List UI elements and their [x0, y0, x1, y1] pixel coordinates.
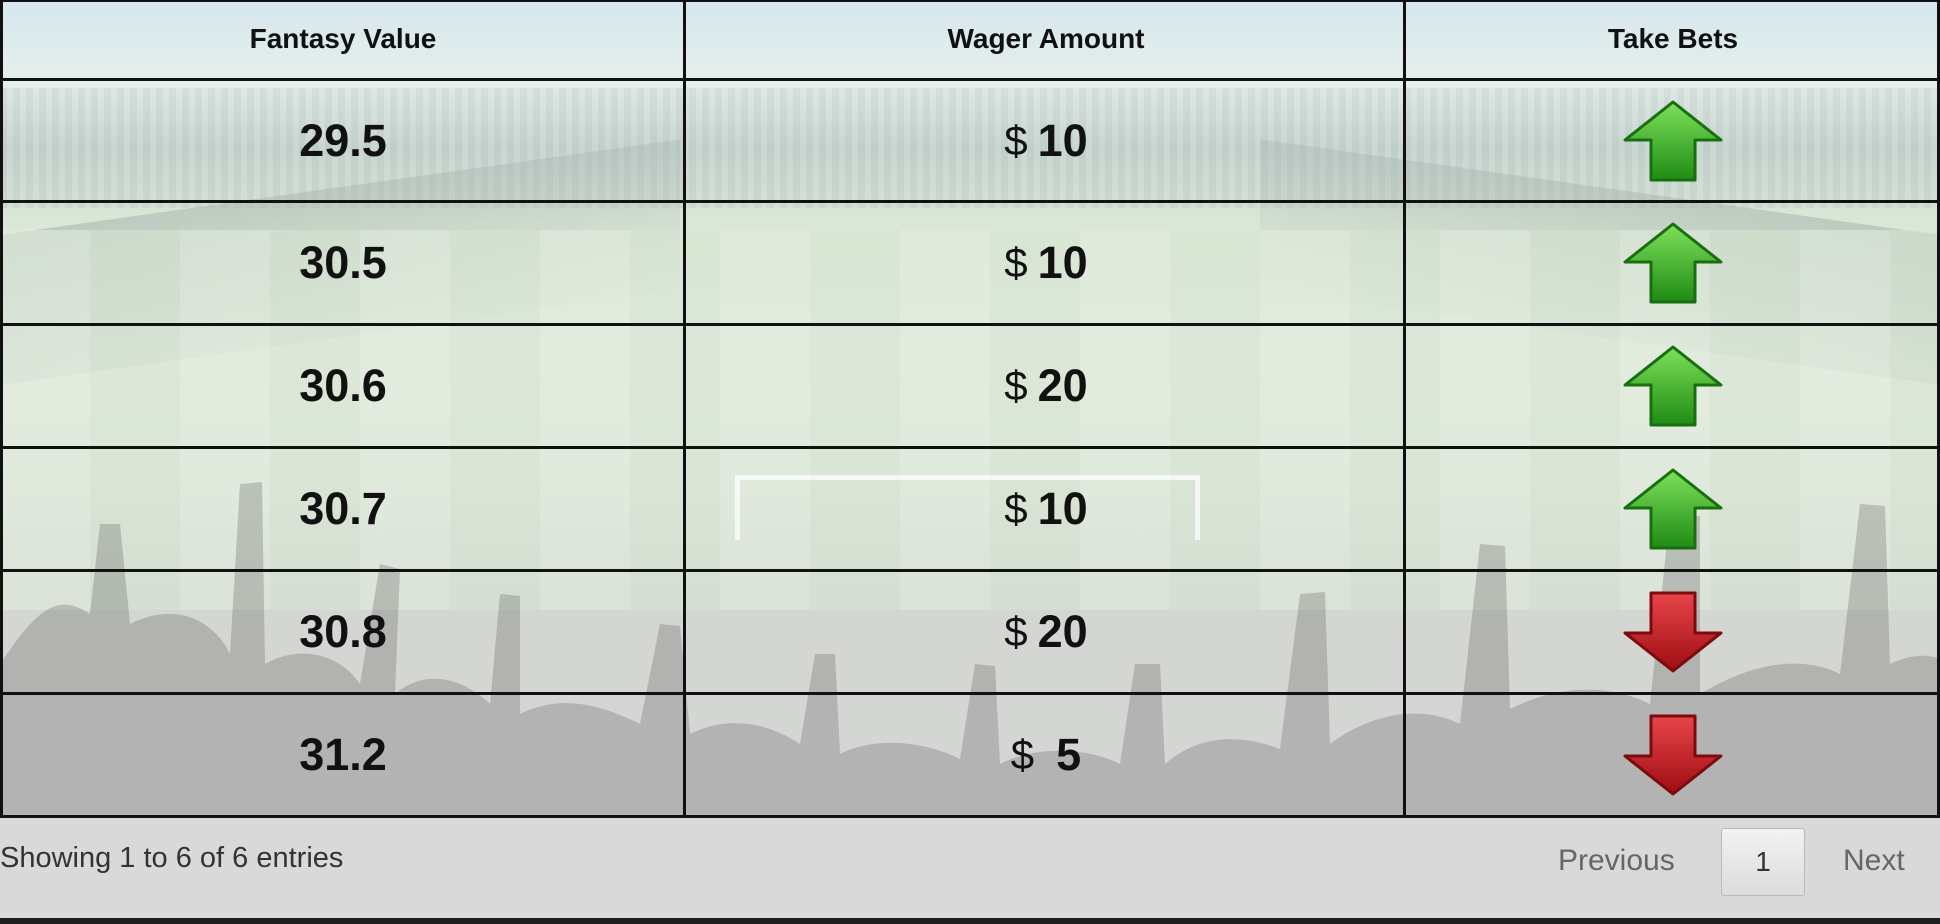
wager-amount-cell: $20: [686, 572, 1406, 692]
take-bet-cell: [1406, 203, 1940, 323]
down-arrow-icon[interactable]: [1623, 591, 1723, 673]
wager-amount-cell: $20: [686, 326, 1406, 446]
fantasy-value-cell: 30.7: [299, 483, 387, 534]
take-bet-cell: [1406, 326, 1940, 446]
column-header-fantasy-value[interactable]: Fantasy Value: [0, 0, 686, 78]
fantasy-value-cell: 31.2: [299, 729, 387, 780]
wager-amount-cell: $5: [686, 695, 1406, 815]
bottom-edge: [0, 918, 1940, 924]
wager-amount-cell: $10: [686, 449, 1406, 569]
currency-symbol: $: [1004, 239, 1028, 286]
take-bet-cell: [1406, 81, 1940, 200]
entries-info: Showing 1 to 6 of 6 entries: [0, 842, 344, 874]
fantasy-value-cell: 29.5: [299, 114, 387, 166]
up-arrow-icon[interactable]: [1623, 100, 1723, 182]
wager-value: 20: [1037, 360, 1088, 411]
currency-symbol: $: [1010, 731, 1035, 778]
wager-value: 10: [1037, 483, 1088, 534]
down-arrow-icon[interactable]: [1623, 714, 1723, 796]
column-header-wager-amount[interactable]: Wager Amount: [686, 0, 1406, 78]
wager-value: 10: [1037, 237, 1088, 288]
currency-symbol: $: [1004, 485, 1028, 532]
take-bet-cell: [1406, 449, 1940, 569]
wager-amount-cell: $10: [686, 203, 1406, 323]
wager-value: 5: [1056, 729, 1082, 780]
fantasy-value-cell: 30.5: [299, 237, 387, 288]
take-bet-cell: [1406, 572, 1940, 692]
up-arrow-icon[interactable]: [1623, 222, 1723, 304]
page-1-button[interactable]: 1: [1721, 828, 1805, 896]
wager-value: 20: [1037, 606, 1088, 657]
fantasy-value-cell: 30.8: [299, 606, 387, 657]
wager-amount-cell: $10: [686, 81, 1406, 200]
up-arrow-icon[interactable]: [1623, 468, 1723, 550]
next-page-button[interactable]: Next: [1843, 844, 1905, 878]
take-bet-cell: [1406, 695, 1940, 815]
fantasy-value-cell: 30.6: [299, 360, 387, 411]
column-header-take-bets[interactable]: Take Bets: [1406, 0, 1940, 78]
up-arrow-icon[interactable]: [1623, 345, 1723, 427]
currency-symbol: $: [1004, 608, 1028, 655]
previous-page-button[interactable]: Previous: [1558, 844, 1675, 878]
currency-symbol: $: [1004, 362, 1028, 409]
wager-value: 10: [1037, 114, 1088, 166]
currency-symbol: $: [1004, 116, 1028, 164]
